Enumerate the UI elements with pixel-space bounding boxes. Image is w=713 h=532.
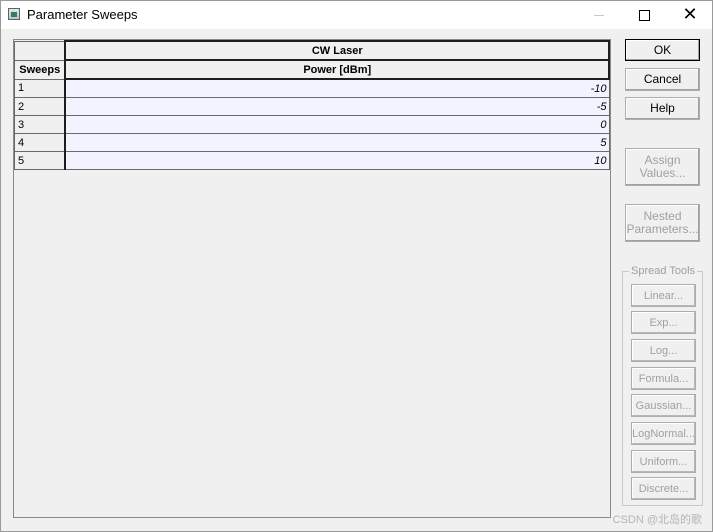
close-icon: ✕	[682, 4, 698, 25]
window-title: Parameter Sweeps	[27, 7, 138, 22]
watermark: CSDN @北岛的歌	[612, 514, 702, 526]
title-bar[interactable]: Parameter Sweeps ✕	[1, 1, 712, 29]
sweep-value-cell[interactable]: 5	[64, 133, 610, 152]
corner-cell	[14, 40, 66, 61]
sweep-table: CW Laser Sweeps Power [dBm] 1 -10 2 -5 3…	[14, 40, 610, 170]
parameter-header-row: Sweeps Power [dBm]	[14, 59, 610, 80]
log-button[interactable]: Log...	[631, 339, 696, 362]
parameter-header[interactable]: Power [dBm]	[64, 59, 610, 80]
sweep-index[interactable]: 4	[14, 133, 67, 152]
table-row: 2 -5	[14, 97, 610, 116]
gaussian-button[interactable]: Gaussian...	[631, 394, 696, 417]
app-window-icon	[8, 8, 20, 20]
sweep-index[interactable]: 5	[14, 151, 67, 170]
ok-button[interactable]: OK	[625, 39, 700, 61]
table-row: 4 5	[14, 133, 610, 152]
formula-button[interactable]: Formula...	[631, 367, 696, 390]
uniform-button[interactable]: Uniform...	[631, 450, 696, 473]
linear-button[interactable]: Linear...	[631, 284, 696, 307]
maximize-button[interactable]	[621, 1, 667, 29]
sweep-index[interactable]: 1	[14, 78, 67, 98]
table-row: 5 10	[14, 151, 610, 170]
sweep-value-cell[interactable]: 10	[64, 151, 610, 170]
maximize-icon	[638, 9, 650, 21]
lognormal-button[interactable]: LogNormal...	[631, 422, 696, 445]
help-button[interactable]: Help	[625, 97, 700, 120]
sweep-grid[interactable]: CW Laser Sweeps Power [dBm] 1 -10 2 -5 3…	[13, 39, 611, 518]
nested-parameters-button[interactable]: Nested Parameters...	[625, 204, 700, 242]
minimize-button	[576, 1, 622, 29]
sweep-index[interactable]: 3	[14, 115, 67, 134]
spread-tools-label: Spread Tools	[629, 265, 698, 277]
sweep-index[interactable]: 2	[14, 97, 67, 116]
minimize-icon	[594, 14, 604, 16]
sweep-value-cell[interactable]: -10	[64, 78, 610, 98]
discrete-button[interactable]: Discrete...	[631, 477, 696, 500]
sweep-value-cell[interactable]: -5	[64, 97, 610, 116]
table-row: 3 0	[14, 115, 610, 134]
component-header[interactable]: CW Laser	[64, 40, 610, 61]
exp-button[interactable]: Exp...	[631, 311, 696, 334]
sweep-value-cell[interactable]: 0	[64, 115, 610, 134]
sweeps-header: Sweeps	[14, 59, 67, 80]
parameter-sweeps-dialog: Parameter Sweeps ✕ CW Laser Sweeps Power…	[0, 0, 713, 532]
component-header-row: CW Laser	[14, 40, 610, 61]
close-button[interactable]: ✕	[667, 1, 712, 29]
assign-values-button[interactable]: Assign Values...	[625, 148, 700, 186]
cancel-button[interactable]: Cancel	[625, 68, 700, 91]
table-row: 1 -10	[14, 78, 610, 98]
